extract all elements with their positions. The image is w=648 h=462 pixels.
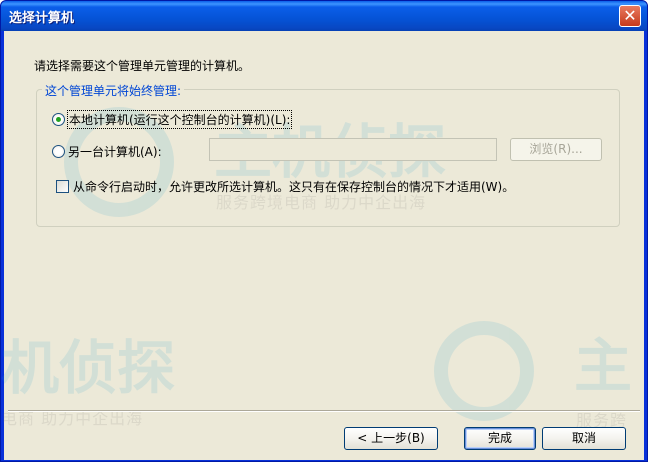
local-computer-label: 本地计算机(运行这个控制台的计算机)(L): bbox=[66, 110, 293, 129]
watermark-brand-left: 机侦探 bbox=[1, 334, 176, 402]
other-computer-label: 另一台计算机(A): bbox=[68, 145, 162, 159]
close-icon: ✕ bbox=[623, 6, 637, 25]
instruction-text: 请选择需要这个管理单元管理的计算机。 bbox=[34, 59, 251, 73]
allow-change-checkbox[interactable] bbox=[56, 180, 69, 193]
allow-change-option[interactable]: 从命令行启动时，允许更改所选计算机。这只有在保存控制台的情况下才适用(W)。 bbox=[56, 178, 514, 195]
browse-button[interactable]: 浏览(R)... bbox=[510, 138, 602, 161]
dialog-body: 主机侦探 服务跨境电商 助力中企出海 机侦探 电商 助力中企出海 主 服务跨 请… bbox=[1, 31, 644, 460]
allow-change-label: 从命令行启动时，允许更改所选计算机。这只有在保存控制台的情况下才适用(W)。 bbox=[73, 180, 515, 194]
watermark-left: 机侦探 电商 助力中企出海 bbox=[1, 321, 261, 441]
dialog-window: 选择计算机 ✕ 主机侦探 服务跨境电商 助力中企出海 机侦探 电商 助力中企出海… bbox=[0, 0, 648, 462]
title-bar[interactable]: 选择计算机 ✕ bbox=[1, 1, 647, 31]
watermark-brand-right: 主 bbox=[574, 332, 633, 400]
other-computer-radio[interactable] bbox=[52, 145, 65, 158]
window-title: 选择计算机 bbox=[9, 11, 75, 26]
finish-button[interactable]: 完成 bbox=[464, 427, 536, 450]
local-computer-radio[interactable] bbox=[52, 113, 65, 126]
cancel-button[interactable]: 取消 bbox=[542, 427, 626, 450]
close-button[interactable]: ✕ bbox=[619, 5, 641, 27]
watermark-logo-icon-right bbox=[434, 321, 534, 421]
watermark-right: 主 服务跨 bbox=[424, 311, 644, 441]
groupbox-legend: 这个管理单元将始终管理: bbox=[42, 82, 185, 99]
back-button[interactable]: < 上一步(B) bbox=[344, 427, 438, 450]
local-computer-option[interactable]: 本地计算机(运行这个控制台的计算机)(L): bbox=[52, 110, 293, 129]
other-computer-option[interactable]: 另一台计算机(A): bbox=[52, 143, 162, 160]
computer-name-input[interactable] bbox=[209, 138, 497, 161]
footer-separator bbox=[8, 410, 640, 412]
watermark-slogan-left: 电商 助力中企出海 bbox=[1, 409, 144, 428]
